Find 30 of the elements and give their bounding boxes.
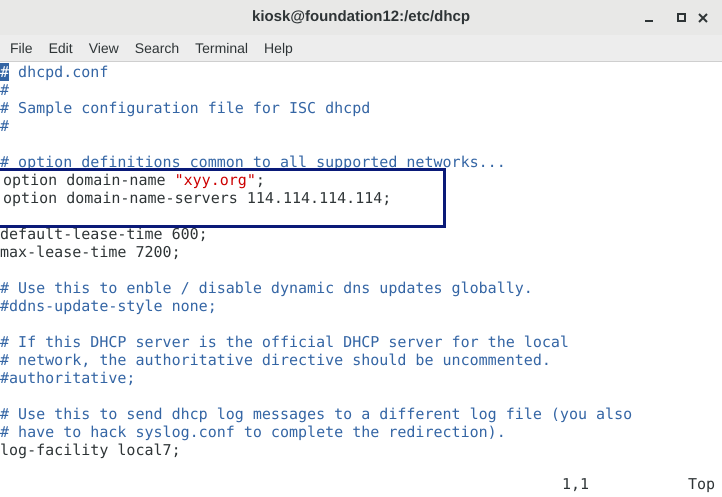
code-line: # have to hack syslog.conf to complete the redirection). (0, 423, 506, 441)
code-line: # (0, 81, 10, 99)
code-line: # network, the authoritative directive should be uncommented. (0, 351, 551, 369)
code-line: #authoritative; (0, 369, 136, 387)
code-line: # If this DHCP server is the official DHCP server for the local (0, 333, 569, 351)
code-line: option domain-name "xyy.org"; (3, 171, 265, 189)
window-title: kiosk@foundation12:/etc/dhcp (252, 7, 470, 28)
menu-item[interactable]: Terminal (187, 38, 256, 58)
maximize-icon (677, 13, 686, 22)
code-line: # Use this to send dhcp log messages to a different log file (you also (0, 405, 632, 423)
code-line: option domain-name-servers 114.114.114.114; (3, 189, 392, 207)
code-line: # dhcpd.conf (0, 63, 108, 81)
menu-item[interactable]: File (2, 38, 41, 58)
code-line: # Sample configuration file for ISC dhcpd (0, 99, 370, 117)
code-line: max-lease-time 7200; (0, 243, 181, 261)
close-icon (698, 12, 708, 22)
menu-item[interactable]: Help (256, 38, 301, 58)
cursor-position: 1,1 (562, 475, 590, 493)
code-line: #ddns-update-style none; (0, 297, 217, 315)
menu-item[interactable]: Search (126, 38, 188, 58)
menu-item[interactable]: Edit (40, 38, 81, 58)
menu-item[interactable]: View (80, 38, 127, 58)
code-line: # Use this to enble / disable dynamic dns updates globally. (0, 279, 533, 297)
text-cursor: # (0, 63, 10, 81)
code-line: # (0, 117, 10, 135)
scroll-position: Top (688, 475, 716, 493)
code-line: log-facility local7; (0, 441, 181, 459)
code-line: # option definitions common to all supported networks... (0, 153, 506, 171)
minimize-icon (644, 20, 652, 22)
code-line: default-lease-time 600; (0, 225, 208, 243)
